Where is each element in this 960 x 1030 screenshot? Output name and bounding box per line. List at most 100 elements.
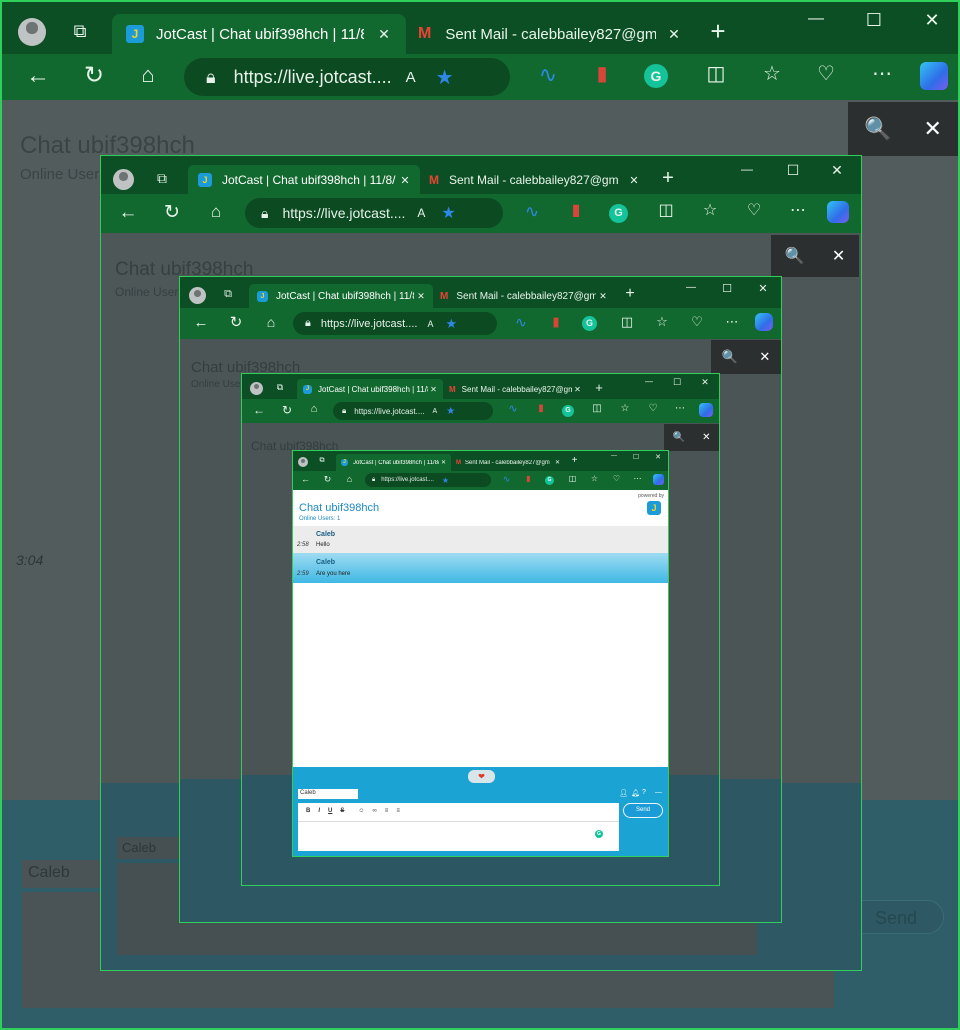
- address-bar[interactable]: 🔒︎ https://live.jotcast.... A ★: [293, 312, 497, 335]
- close-window-button[interactable]: ✕: [651, 453, 665, 461]
- minimize-button[interactable]: —: [607, 453, 621, 459]
- search-icon[interactable]: 🔍: [722, 349, 738, 365]
- split-screen-icon[interactable]: ◫: [590, 404, 604, 414]
- send-button[interactable]: Send: [623, 803, 663, 818]
- back-icon[interactable]: ←: [192, 315, 210, 330]
- new-tab-button[interactable]: +: [569, 456, 580, 466]
- favorite-star-icon[interactable]: ★: [441, 203, 455, 223]
- extension-wave-icon[interactable]: ∿: [501, 475, 512, 484]
- extension-wave-icon[interactable]: ∿: [521, 203, 543, 220]
- home-icon[interactable]: ⌂: [307, 404, 321, 415]
- read-aloud-icon[interactable]: A: [433, 408, 438, 415]
- close-window-button[interactable]: ✕: [823, 162, 851, 179]
- close-window-button[interactable]: ✕: [696, 377, 714, 388]
- tab-close-button[interactable]: ✕: [439, 459, 448, 466]
- tab-close-button[interactable]: ✕: [372, 26, 396, 43]
- tab-jotcast[interactable]: J JotCast | Chat ubif398hch | 11/8/ ✕: [188, 165, 420, 195]
- browser-health-icon[interactable]: ♡: [611, 475, 622, 483]
- address-bar[interactable]: 🔒︎ https://live.jotcast.... A ★: [333, 402, 493, 420]
- close-find-icon[interactable]: ✕: [702, 432, 710, 443]
- maximize-button[interactable]: ☐: [779, 162, 807, 179]
- grammarly-icon[interactable]: G: [595, 830, 603, 838]
- tab-jotcast[interactable]: J JotCast | Chat ubif398hch | 11/8/ ✕: [249, 284, 433, 308]
- back-icon[interactable]: ←: [117, 203, 139, 222]
- refresh-icon[interactable]: ↻: [227, 315, 245, 330]
- copilot-icon[interactable]: [699, 403, 713, 417]
- grammarly-icon[interactable]: G: [644, 64, 668, 88]
- message-editor[interactable]: B I U S ☺ ∞ ≡ ≡ G: [298, 803, 619, 851]
- tab-close-button[interactable]: ✕: [553, 459, 562, 466]
- tab-close-button[interactable]: ✕: [572, 385, 583, 394]
- extension-book-icon[interactable]: ▮: [588, 64, 616, 84]
- maximize-button[interactable]: ☐: [716, 282, 738, 295]
- close-window-button[interactable]: ✕: [752, 282, 774, 295]
- extension-book-icon[interactable]: ▮: [534, 404, 548, 414]
- tab-close-button[interactable]: ✕: [625, 174, 643, 187]
- underline-button[interactable]: U: [328, 808, 332, 814]
- tab-close-button[interactable]: ✕: [428, 385, 439, 394]
- minimize-icon[interactable]: —: [655, 789, 662, 796]
- favorites-icon[interactable]: ☆: [758, 64, 786, 84]
- tab-gmail[interactable]: M Sent Mail - calebbailey827@gm ✕: [408, 14, 696, 54]
- tab-close-button[interactable]: ✕: [662, 26, 686, 43]
- address-bar[interactable]: 🔒︎ https://live.jotcast.... ★: [365, 473, 491, 487]
- home-icon[interactable]: ⌂: [344, 475, 355, 484]
- favorite-star-icon[interactable]: ★: [445, 316, 457, 332]
- tab-actions-icon[interactable]: ⧉: [221, 289, 235, 300]
- close-window-button[interactable]: ✕: [912, 10, 952, 31]
- favorites-icon[interactable]: ☆: [589, 475, 600, 483]
- extension-wave-icon[interactable]: ∿: [534, 64, 562, 86]
- strike-button[interactable]: S: [340, 808, 344, 814]
- user-icon[interactable]: 👤︎: [619, 789, 628, 797]
- address-bar[interactable]: 🔒︎ https://live.jotcast.... A ★: [245, 198, 503, 228]
- tab-close-button[interactable]: ✕: [396, 174, 414, 187]
- minimize-button[interactable]: —: [680, 282, 702, 293]
- refresh-icon[interactable]: ↻: [80, 64, 108, 88]
- grammarly-icon[interactable]: G: [562, 405, 574, 417]
- extension-book-icon[interactable]: ▮: [547, 315, 565, 328]
- read-aloud-icon[interactable]: A: [417, 206, 425, 220]
- link-icon[interactable]: ∞: [373, 808, 377, 814]
- back-icon[interactable]: ←: [24, 64, 52, 88]
- bullet-list-icon[interactable]: ≡: [396, 808, 400, 814]
- tab-close-button[interactable]: ✕: [414, 291, 428, 302]
- extension-book-icon[interactable]: ▮: [523, 475, 534, 483]
- bell-icon[interactable]: 🔔︎: [631, 789, 640, 797]
- grammarly-icon[interactable]: G: [582, 316, 597, 331]
- split-screen-icon[interactable]: ◫: [567, 475, 578, 483]
- help-icon[interactable]: ?: [642, 789, 646, 796]
- favorites-icon[interactable]: ☆: [653, 315, 671, 328]
- favorite-star-icon[interactable]: ★: [446, 406, 455, 417]
- tab-actions-icon[interactable]: ⧉: [274, 383, 286, 392]
- copilot-icon[interactable]: [653, 474, 664, 485]
- refresh-icon[interactable]: ↻: [161, 203, 183, 222]
- copilot-icon[interactable]: [920, 62, 948, 90]
- search-icon[interactable]: 🔍: [785, 246, 805, 266]
- browser-health-icon[interactable]: ♡: [812, 64, 840, 84]
- back-icon[interactable]: ←: [252, 404, 266, 416]
- minimize-button[interactable]: —: [733, 162, 761, 176]
- split-screen-icon[interactable]: ◫: [702, 64, 730, 84]
- maximize-button[interactable]: ☐: [854, 10, 894, 31]
- tab-jotcast[interactable]: J JotCast | Chat ubif398hch | 11/8/ ✕: [112, 14, 406, 54]
- copilot-icon[interactable]: [755, 313, 773, 331]
- tab-jotcast[interactable]: J JotCast | Chat ubif398hch | 11/8/ ✕: [336, 454, 451, 471]
- read-aloud-icon[interactable]: A: [406, 69, 416, 86]
- maximize-button[interactable]: ☐: [668, 377, 686, 388]
- favorite-star-icon[interactable]: ★: [436, 65, 454, 90]
- tab-actions-icon[interactable]: ⧉: [317, 457, 327, 464]
- more-menu-icon[interactable]: ⋯: [632, 475, 643, 483]
- more-menu-icon[interactable]: ⋯: [787, 203, 809, 219]
- numbered-list-icon[interactable]: ≡: [385, 808, 389, 814]
- close-find-icon[interactable]: ✕: [832, 246, 845, 266]
- home-icon[interactable]: ⌂: [262, 315, 280, 329]
- profile-avatar[interactable]: [298, 457, 308, 467]
- extension-wave-icon[interactable]: ∿: [506, 404, 520, 415]
- more-menu-icon[interactable]: ⋯: [673, 404, 687, 414]
- close-find-icon[interactable]: ✕: [759, 349, 770, 365]
- profile-avatar[interactable]: [189, 287, 206, 304]
- minimize-button[interactable]: —: [640, 377, 658, 386]
- minimize-button[interactable]: —: [796, 10, 836, 28]
- extension-book-icon[interactable]: ▮: [565, 203, 587, 219]
- bold-button[interactable]: B: [306, 808, 310, 814]
